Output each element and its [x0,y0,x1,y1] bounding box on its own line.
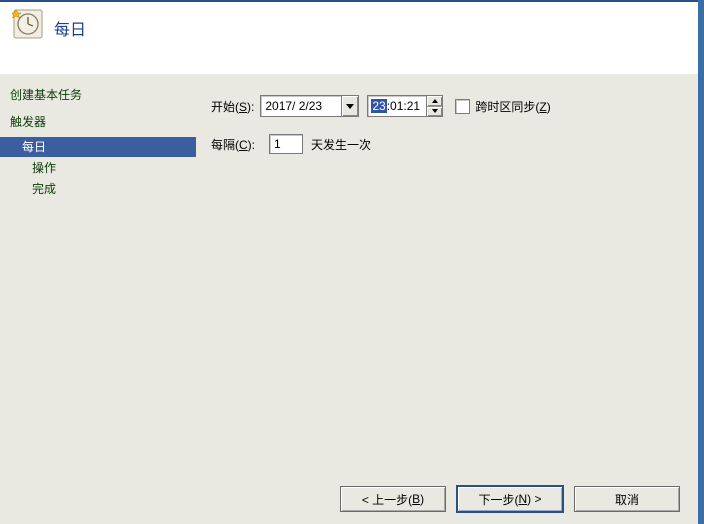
interval-unit-label: 天发生一次 [311,136,371,153]
wizard-footer: < 上一步(B) 下一步(N) > 取消 [0,474,698,524]
interval-label: 每隔(C): [211,136,255,153]
sync-timezone-label: 跨时区同步(Z) [475,98,550,115]
interval-value: 1 [274,137,281,151]
wizard-title: 每日 [54,16,86,40]
sync-timezone-checkbox-wrap[interactable]: 跨时区同步(Z) [455,98,550,115]
wizard-header: 每日 [0,0,698,76]
wizard-content: 开始(S): 2017/ 2/23 23:01:21 跨 [196,74,698,464]
sidebar-step-daily[interactable]: 每日 [0,137,196,157]
interval-input[interactable]: 1 [269,134,303,154]
time-spin-up[interactable] [427,96,442,106]
chevron-up-icon [432,99,438,103]
time-spin-buttons [426,96,442,116]
wizard-sidebar: 创建基本任务 触发器 每日 操作 完成 [0,74,196,524]
start-time-spinner[interactable]: 23:01:21 [367,95,443,117]
start-date-dropdown-button[interactable] [341,96,358,116]
back-button[interactable]: < 上一步(B) [340,486,446,512]
sidebar-step-action: 操作 [10,158,186,178]
chevron-down-icon [432,109,438,113]
interval-row: 每隔(C): 1 天发生一次 [211,132,371,156]
start-date-picker[interactable]: 2017/ 2/23 [260,95,359,117]
sidebar-step-create: 创建基本任务 [0,82,196,109]
sidebar-step-finish: 完成 [10,179,186,199]
next-button[interactable]: 下一步(N) > [456,485,564,513]
sync-timezone-checkbox[interactable] [455,99,470,114]
start-row: 开始(S): 2017/ 2/23 23:01:21 跨 [211,94,551,118]
cancel-button[interactable]: 取消 [574,486,680,512]
time-spin-down[interactable] [427,106,442,117]
start-time-value: 23:01:21 [368,96,426,116]
chevron-down-icon [346,104,354,109]
wizard-body: 创建基本任务 触发器 每日 操作 完成 开始(S): 2017/ 2/23 23… [0,74,698,524]
wizard-window: 每日 创建基本任务 触发器 每日 操作 完成 开始(S): 2017/ 2/23 [0,0,704,524]
clock-icon [12,8,44,40]
start-date-value: 2017/ 2/23 [265,99,341,113]
start-label: 开始(S): [211,98,254,115]
sidebar-step-trigger: 触发器 [0,109,196,136]
